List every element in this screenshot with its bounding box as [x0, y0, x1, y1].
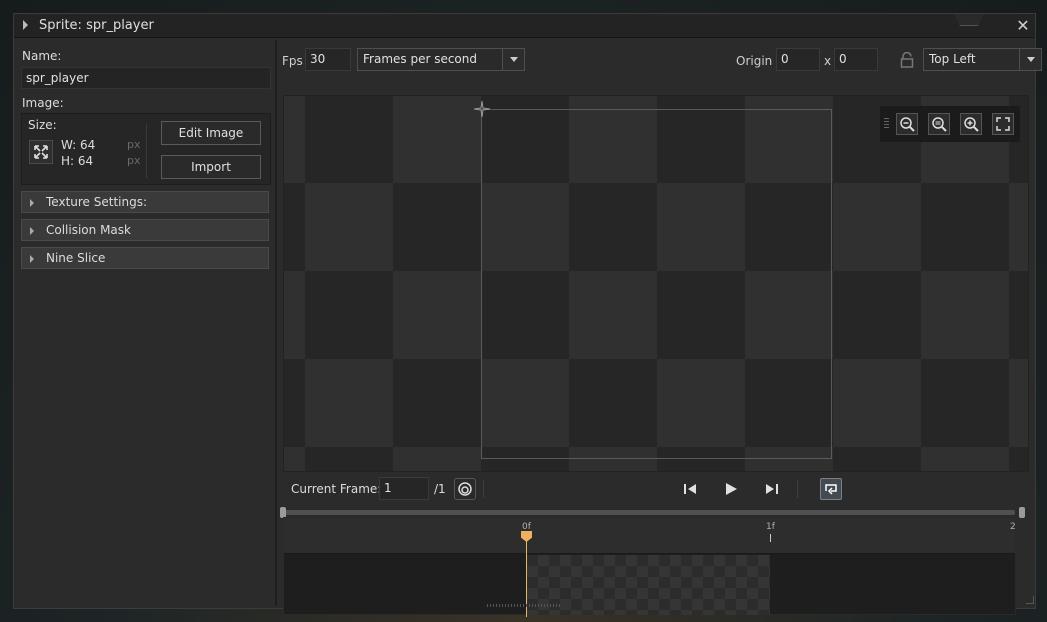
divider [483, 480, 484, 498]
sprite-editor-window: Sprite: spr_player ✕ Name: spr_player Im… [13, 13, 1042, 617]
section-label: Texture Settings: [46, 195, 148, 209]
sprite-view-panel: Fps 30 Frames per second Origin 0 x 0 To… [277, 40, 1042, 617]
current-frame-input[interactable]: 1 [379, 477, 429, 500]
chevron-down-icon [502, 49, 524, 70]
divider [146, 124, 147, 178]
window-title: Sprite: spr_player [39, 18, 154, 33]
zoom-in-icon[interactable] [960, 113, 982, 135]
tick-label: 2 [1010, 522, 1016, 532]
section-nine-slice[interactable]: Nine Slice [21, 247, 269, 269]
section-label: Collision Mask [46, 223, 131, 237]
resize-grip[interactable] [487, 604, 562, 607]
corner-resize-grip[interactable] [1026, 596, 1034, 604]
sprite-bounds [481, 109, 832, 459]
origin-x-input[interactable]: 0 [776, 48, 820, 71]
skip-end-icon[interactable] [761, 478, 783, 500]
close-icon[interactable]: ✕ [1014, 17, 1032, 35]
origin-y-input[interactable]: 0 [834, 48, 878, 71]
chevron-down-icon [1019, 49, 1041, 70]
onion-skin-icon[interactable] [454, 478, 476, 500]
playback-bar: Current Frame: 1 /1 [277, 476, 1035, 502]
name-field[interactable]: spr_player [21, 67, 271, 89]
timeline-ruler[interactable]: 0f 1f 2 [284, 518, 1016, 554]
expand-arrow-icon [30, 199, 34, 207]
size-label: Size: [28, 118, 57, 132]
section-texture-settings[interactable]: Texture Settings: [21, 191, 269, 213]
play-icon[interactable] [720, 478, 742, 500]
image-box: Size: W: 64 H: 64 px px Edit Image Impor… [21, 113, 271, 185]
skip-start-icon[interactable] [679, 478, 701, 500]
frame-thumbnail[interactable] [527, 555, 770, 615]
divider [797, 480, 798, 498]
loop-icon[interactable] [820, 478, 842, 500]
title-bar[interactable]: Sprite: spr_player ✕ [14, 14, 1035, 38]
section-label: Nine Slice [46, 251, 106, 265]
resize-icon[interactable] [29, 140, 53, 164]
fps-input[interactable]: 30 [305, 48, 351, 71]
lock-icon[interactable] [900, 51, 914, 68]
grip-handle[interactable] [884, 118, 889, 130]
height-unit: px [127, 154, 141, 167]
width-unit: px [127, 138, 141, 151]
section-collision-mask[interactable]: Collision Mask [21, 219, 269, 241]
name-label: Name: [22, 49, 62, 63]
image-label: Image: [22, 96, 64, 110]
expand-arrow-icon [30, 227, 34, 235]
range-end-handle[interactable] [1019, 507, 1025, 518]
expand-arrow-icon [30, 255, 34, 263]
fps-label: Fps [282, 54, 303, 68]
edit-image-button[interactable]: Edit Image [161, 121, 261, 145]
speed-mode-value: Frames per second [363, 52, 477, 66]
collapse-arrow-icon[interactable] [23, 20, 28, 30]
sprite-canvas[interactable] [283, 95, 1029, 472]
origin-preset-select[interactable]: Top Left [923, 48, 1042, 71]
import-button[interactable]: Import [161, 155, 261, 179]
frame-timeline[interactable]: 0f 1f 2 [283, 517, 1016, 617]
scrubber-track[interactable] [285, 510, 1015, 515]
properties-panel: Name: spr_player Image: Size: W: 64 H: 6… [15, 40, 275, 606]
tick-label: 1f [766, 522, 775, 532]
current-frame-label: Current Frame: [291, 482, 382, 496]
width-value: W: 64 [61, 138, 96, 152]
origin-preset-value: Top Left [929, 52, 976, 66]
total-frames: /1 [434, 482, 446, 496]
origin-crosshair-icon[interactable] [473, 100, 491, 118]
zoom-out-icon[interactable] [896, 113, 918, 135]
origin-separator: x [824, 54, 832, 68]
origin-label: Origin [736, 54, 773, 68]
tick-mark [770, 534, 771, 542]
speed-mode-select[interactable]: Frames per second [357, 48, 525, 71]
height-value: H: 64 [61, 154, 94, 168]
timeline-range-scrubber[interactable] [280, 507, 1025, 518]
zoom-toolbar [880, 106, 1020, 142]
fit-screen-icon[interactable] [992, 113, 1014, 135]
title-notch [954, 14, 984, 26]
zoom-reset-icon[interactable] [928, 113, 950, 135]
